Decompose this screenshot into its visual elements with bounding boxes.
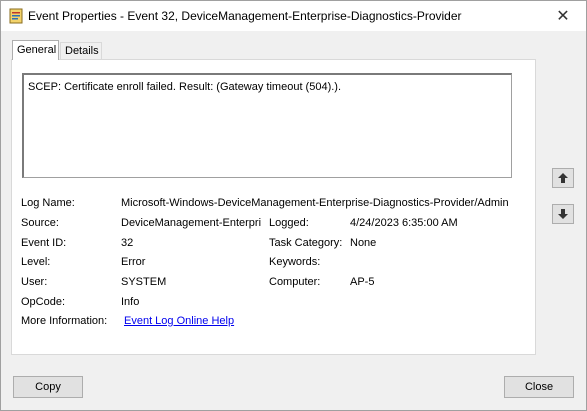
user-label: User: bbox=[21, 276, 48, 288]
copy-button[interactable]: Copy bbox=[13, 376, 83, 398]
log-name-label: Log Name: bbox=[21, 197, 75, 209]
next-event-button[interactable] bbox=[552, 204, 574, 224]
event-properties-window: Event Properties - Event 32, DeviceManag… bbox=[0, 0, 587, 411]
keywords-label: Keywords: bbox=[269, 256, 321, 268]
window-title: Event Properties - Event 32, DeviceManag… bbox=[28, 9, 462, 23]
tab-details[interactable]: Details bbox=[60, 42, 102, 59]
level-label: Level: bbox=[21, 256, 51, 268]
log-name-value: Microsoft-Windows-DeviceManagement-Enter… bbox=[121, 197, 509, 209]
user-value: SYSTEM bbox=[121, 276, 167, 288]
event-id-value: 32 bbox=[121, 237, 134, 249]
arrow-up-icon bbox=[558, 173, 568, 183]
event-id-label: Event ID: bbox=[21, 237, 67, 249]
event-description-box[interactable]: SCEP: Certificate enroll failed. Result:… bbox=[22, 73, 512, 178]
task-category-label: Task Category: bbox=[269, 237, 343, 249]
computer-value: AP-5 bbox=[350, 276, 374, 288]
arrow-down-icon bbox=[558, 209, 568, 219]
task-category-value: None bbox=[350, 237, 377, 249]
more-information-label: More Information: bbox=[21, 315, 108, 327]
opcode-value: Info bbox=[121, 296, 140, 308]
source-value: DeviceManagement-Enterpri bbox=[121, 217, 262, 229]
close-icon[interactable]: ✕ bbox=[540, 1, 586, 31]
event-log-online-help-link[interactable]: Event Log Online Help bbox=[124, 314, 234, 328]
source-label: Source: bbox=[21, 217, 59, 229]
event-viewer-icon bbox=[9, 8, 23, 24]
copy-button-label: Copy bbox=[35, 381, 61, 393]
opcode-label: OpCode: bbox=[21, 296, 66, 308]
title-bar: Event Properties - Event 32, DeviceManag… bbox=[1, 1, 586, 31]
close-button-label: Close bbox=[524, 381, 554, 393]
computer-label: Computer: bbox=[269, 276, 321, 288]
logged-value: 4/24/2023 6:35:00 AM bbox=[350, 217, 458, 229]
level-value: Error bbox=[121, 256, 146, 268]
logged-label: Logged: bbox=[269, 217, 309, 229]
close-button[interactable]: Close bbox=[504, 376, 574, 398]
event-description-text: SCEP: Certificate enroll failed. Result:… bbox=[28, 81, 342, 93]
previous-event-button[interactable] bbox=[552, 168, 574, 188]
tab-general[interactable]: General bbox=[12, 40, 59, 60]
